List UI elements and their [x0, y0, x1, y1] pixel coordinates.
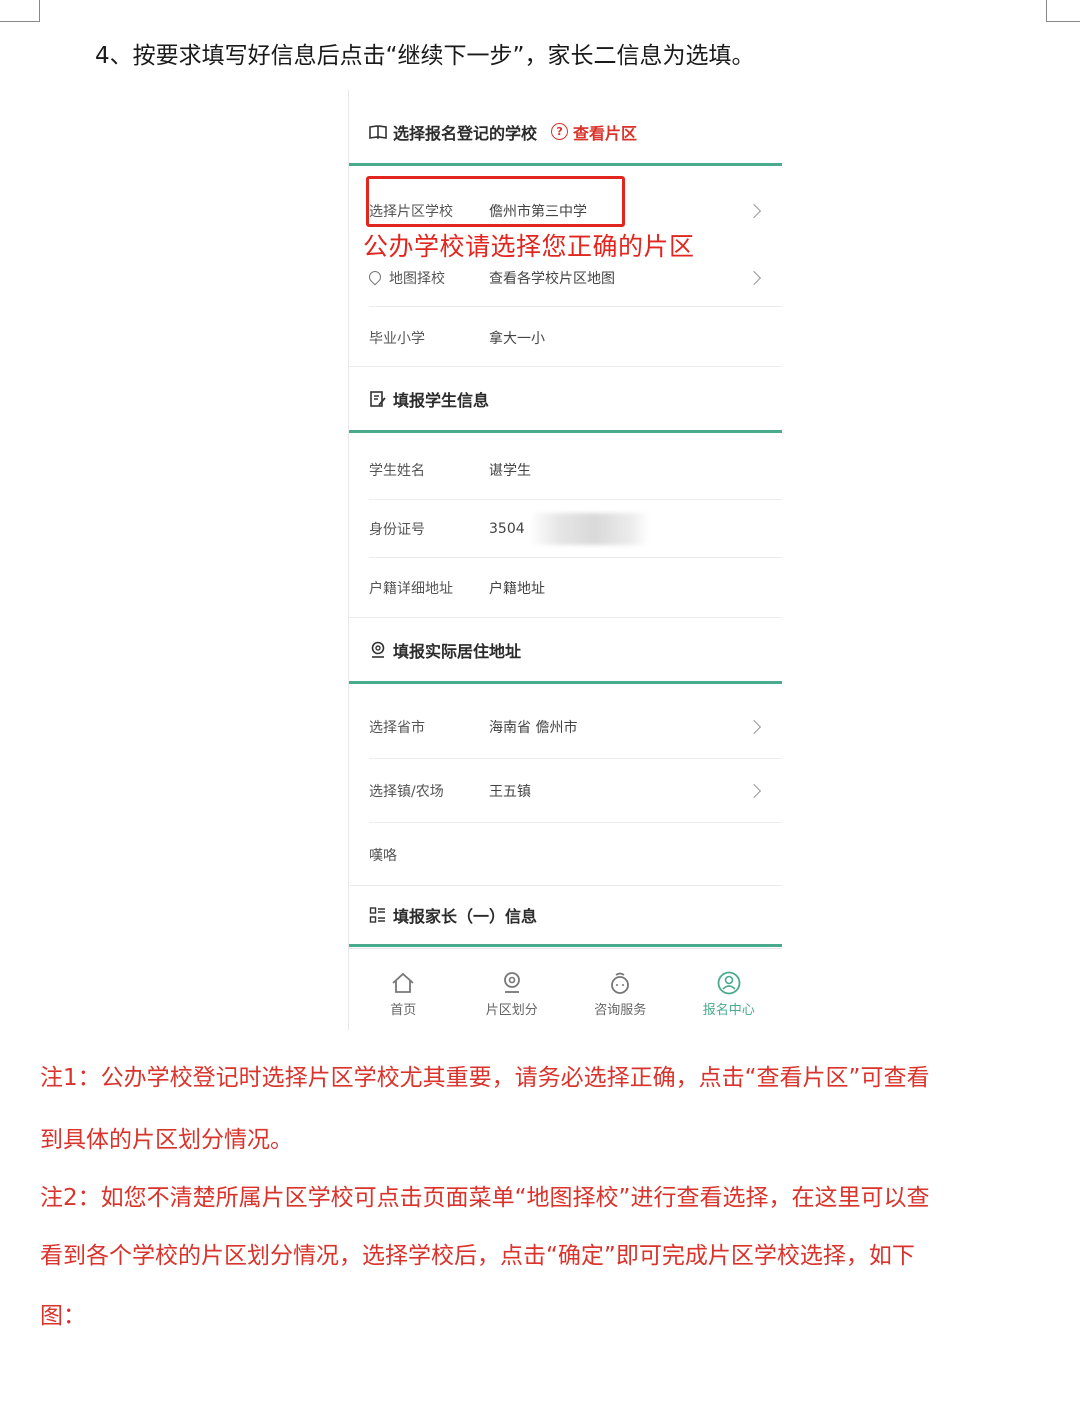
section-title-parent: 填报家长（一）信息: [393, 906, 538, 926]
note-1-line-1: 注1：公办学校登记时选择片区学校尤其重要，请务必选择正确，点击“查看片区”可查看: [40, 1065, 930, 1091]
row-value: 3504: [489, 521, 525, 537]
row-graduated-school[interactable]: 毕业小学 拿大一小: [349, 318, 782, 358]
row-detail-address[interactable]: 嘆咯: [349, 834, 782, 876]
tab-label: 片区划分: [485, 1003, 538, 1018]
question-circle-icon: ?: [551, 123, 569, 140]
note-2-line-1: 注2：如您不清楚所属片区学校可点击页面菜单“地图择校”进行查看选择，在这里可以查: [40, 1185, 930, 1211]
view-zone-link-label: 查看片区: [573, 123, 638, 143]
divider: [369, 822, 782, 823]
step-heading: 4、按要求填写好信息后点击“继续下一步”，家长二信息为选填。: [95, 43, 755, 69]
row-map-select[interactable]: 地图择校 查看各学校片区地图: [349, 258, 782, 298]
row-value: 王五镇: [489, 784, 531, 800]
section-title-address: 填报实际居住地址: [393, 641, 522, 661]
bottom-tab-bar: 首页 片区划分 咨询服务 报名中心: [349, 948, 782, 1030]
note-2-line-2: 看到各个学校的片区划分情况，选择学校后，点击“确定”即可完成片区学校选择，如下: [40, 1243, 915, 1269]
tab-zone-division[interactable]: 片区划分: [458, 949, 567, 1030]
section-header-school: 选择报名登记的学校 ? 查看片区: [349, 100, 782, 166]
row-value: 查看各学校片区地图: [489, 271, 615, 287]
tab-home[interactable]: 首页: [349, 949, 458, 1030]
map-pin-icon: [366, 268, 384, 286]
section-header-parent: 填报家长（一）信息: [349, 885, 782, 947]
row-label: 选择镇/农场: [369, 784, 444, 800]
row-value: 拿大一小: [489, 331, 545, 347]
chevron-right-icon: [746, 783, 762, 799]
row-label: 户籍详细地址: [369, 581, 453, 597]
row-town-farm[interactable]: 选择镇/农场 王五镇: [349, 770, 782, 812]
divider: [369, 557, 782, 558]
row-label: 毕业小学: [369, 331, 425, 347]
list-icon: [369, 906, 387, 924]
phone-screenshot: 选择报名登记的学校 ? 查看片区 选择片区学校 儋州市第三中学 公办学校请选择您…: [348, 90, 782, 1030]
row-label: 嘆咯: [369, 848, 397, 864]
tab-consult-service[interactable]: 咨询服务: [566, 949, 675, 1030]
row-label: 学生姓名: [369, 463, 425, 479]
section-title-school: 选择报名登记的学校: [393, 123, 538, 143]
row-label: 身份证号: [369, 522, 425, 538]
edit-form-icon: [369, 390, 387, 408]
divider: [369, 758, 782, 759]
chevron-right-icon: [746, 270, 762, 286]
chevron-right-icon: [746, 203, 762, 219]
section-header-student: 填报学生信息: [349, 367, 782, 433]
row-value: 海南省 儋州市: [489, 720, 578, 736]
chat-icon: [608, 971, 632, 995]
row-label-with-icon: 地图择校: [366, 268, 445, 288]
divider: [369, 306, 782, 307]
chevron-right-icon: [746, 719, 762, 735]
row-label: 选择省市: [369, 720, 425, 736]
tab-label: 咨询服务: [594, 1003, 647, 1018]
book-icon: [369, 123, 387, 141]
divider: [369, 499, 782, 500]
location-person-icon: [369, 641, 387, 659]
user-icon: [717, 971, 741, 995]
row-value: 谌学生: [489, 463, 531, 479]
location-icon: [500, 971, 524, 995]
row-household-address[interactable]: 户籍详细地址 户籍地址: [349, 568, 782, 608]
crop-mark-top-right: [1046, 0, 1080, 22]
row-province-city[interactable]: 选择省市 海南省 儋州市: [349, 706, 782, 748]
row-student-name[interactable]: 学生姓名 谌学生: [349, 450, 782, 490]
crop-mark-top-left: [0, 0, 40, 22]
view-zone-link[interactable]: ? 查看片区: [551, 120, 637, 144]
home-icon: [391, 971, 415, 995]
section-header-address: 填报实际居住地址: [349, 618, 782, 684]
tab-registration-center[interactable]: 报名中心: [675, 949, 783, 1030]
note-2-line-3: 图：: [40, 1303, 86, 1329]
highlight-box: [366, 176, 625, 227]
section-title-student: 填报学生信息: [393, 390, 490, 410]
row-value: 户籍地址: [489, 581, 545, 597]
redaction-blur: [529, 513, 649, 545]
note-1-line-2: 到具体的片区划分情况。: [40, 1127, 293, 1153]
tab-label: 报名中心: [702, 1003, 755, 1018]
tab-label: 首页: [390, 1003, 417, 1018]
